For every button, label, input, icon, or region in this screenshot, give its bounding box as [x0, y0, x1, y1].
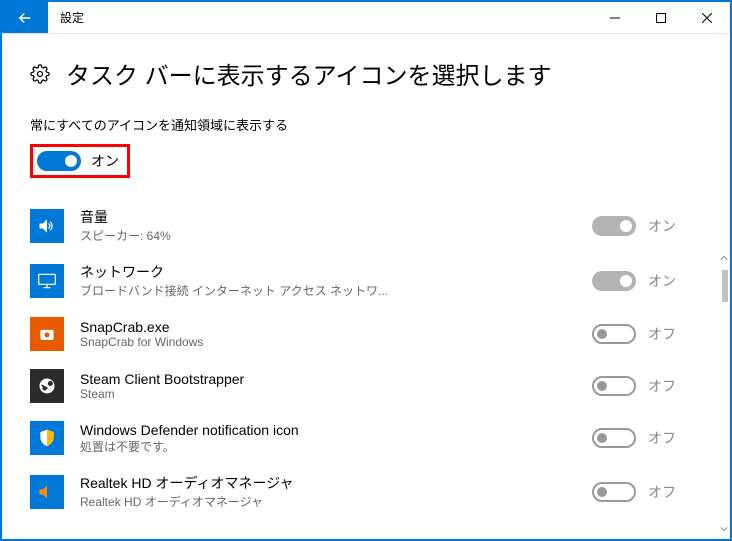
item-toggle-area: オフ — [592, 324, 702, 344]
item-title: ネットワーク — [80, 262, 576, 282]
item-toggle — [592, 216, 636, 236]
list-item: Steam Client BootstrapperSteam オフ — [30, 360, 702, 412]
list-item: 音量スピーカー: 64% オン — [30, 198, 702, 253]
item-subtitle: 処置は不要です。 — [80, 438, 576, 455]
network-icon — [30, 264, 64, 298]
back-button[interactable] — [2, 2, 48, 33]
page-title: タスク バーに表示するアイコンを選択します — [66, 56, 551, 91]
item-text: 音量スピーカー: 64% — [80, 207, 576, 244]
item-subtitle: ブロードバンド接続 インターネット アクセス ネットワ... — [80, 282, 576, 299]
item-toggle-label: オフ — [648, 428, 676, 448]
item-toggle — [592, 376, 636, 396]
defender-icon — [30, 421, 64, 455]
minimize-button[interactable] — [592, 2, 638, 33]
maximize-button[interactable] — [638, 2, 684, 33]
minimize-icon — [610, 13, 620, 23]
scroll-down-button[interactable] — [718, 523, 730, 535]
item-toggle — [592, 324, 636, 344]
item-toggle-label: オン — [648, 216, 676, 236]
item-title: SnapCrab.exe — [80, 319, 576, 335]
show-all-icons-toggle[interactable] — [37, 151, 81, 171]
item-toggle-area: オフ — [592, 482, 702, 502]
item-toggle-label: オフ — [648, 324, 676, 344]
titlebar: 設定 — [2, 2, 730, 34]
list-item: Realtek HD オーディオマネージャRealtek HD オーディオマネー… — [30, 464, 702, 519]
arrow-left-icon — [16, 9, 34, 27]
window-controls — [592, 2, 730, 33]
window-title: 設定 — [48, 2, 592, 33]
volume-icon — [30, 209, 64, 243]
item-toggle — [592, 271, 636, 291]
page-header: タスク バーに表示するアイコンを選択します — [30, 56, 702, 91]
item-subtitle: Steam — [80, 387, 576, 401]
item-toggle-area: オン — [592, 216, 702, 236]
item-title: Windows Defender notification icon — [80, 422, 576, 438]
scroll-up-button[interactable] — [718, 252, 730, 264]
snapcrab-icon — [30, 317, 64, 351]
item-subtitle: Realtek HD オーディオマネージャ — [80, 493, 576, 510]
gear-icon — [30, 64, 50, 84]
item-toggle-label: オン — [648, 271, 676, 291]
item-toggle — [592, 428, 636, 448]
item-toggle-area: オン — [592, 271, 702, 291]
section-label: 常にすべてのアイコンを通知領域に表示する — [30, 115, 702, 134]
main-toggle-label: オン — [91, 151, 119, 171]
close-button[interactable] — [684, 2, 730, 33]
item-subtitle: スピーカー: 64% — [80, 227, 576, 244]
item-title: Realtek HD オーディオマネージャ — [80, 473, 576, 493]
item-title: Steam Client Bootstrapper — [80, 371, 576, 387]
item-toggle-label: オフ — [648, 482, 676, 502]
maximize-icon — [656, 13, 666, 23]
steam-icon — [30, 369, 64, 403]
item-toggle-label: オフ — [648, 376, 676, 396]
item-text: Windows Defender notification icon処置は不要で… — [80, 422, 576, 455]
item-toggle-area: オフ — [592, 376, 702, 396]
list-item: ネットワークブロードバンド接続 インターネット アクセス ネットワ... オン — [30, 253, 702, 308]
content-area: タスク バーに表示するアイコンを選択します 常にすべてのアイコンを通知領域に表示… — [2, 34, 730, 539]
item-toggle — [592, 482, 636, 502]
close-icon — [702, 13, 712, 23]
item-text: Steam Client BootstrapperSteam — [80, 371, 576, 401]
item-title: 音量 — [80, 207, 576, 227]
realtek-icon — [30, 475, 64, 509]
item-text: ネットワークブロードバンド接続 インターネット アクセス ネットワ... — [80, 262, 576, 299]
item-text: SnapCrab.exeSnapCrab for Windows — [80, 319, 576, 349]
list-item: SnapCrab.exeSnapCrab for Windows オフ — [30, 308, 702, 360]
item-text: Realtek HD オーディオマネージャRealtek HD オーディオマネー… — [80, 473, 576, 510]
item-subtitle: SnapCrab for Windows — [80, 335, 576, 349]
list-item: Windows Defender notification icon処置は不要で… — [30, 412, 702, 464]
icon-list: 音量スピーカー: 64%オンネットワークブロードバンド接続 インターネット アク… — [30, 198, 702, 519]
item-toggle-area: オフ — [592, 428, 702, 448]
scrollbar-thumb[interactable] — [722, 270, 728, 302]
main-toggle-highlight: オン — [30, 144, 130, 178]
